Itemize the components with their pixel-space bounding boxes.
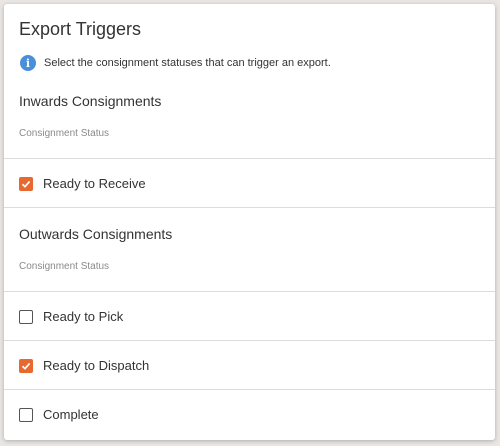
outwards-heading: Outwards Consignments bbox=[19, 226, 173, 242]
checkbox-label: Complete bbox=[43, 407, 99, 422]
divider bbox=[4, 389, 495, 390]
checkbox-ready-to-pick[interactable]: Ready to Pick bbox=[19, 309, 123, 324]
export-triggers-dialog: Export Triggers i Select the consignment… bbox=[4, 4, 495, 440]
checkbox-ready-to-dispatch[interactable]: Ready to Dispatch bbox=[19, 358, 149, 373]
checkmark-icon bbox=[21, 180, 31, 188]
checkbox-label: Ready to Pick bbox=[43, 309, 124, 324]
checkbox-ready-to-receive[interactable]: Ready to Receive bbox=[19, 176, 146, 191]
outwards-field-label: Consignment Status bbox=[19, 261, 110, 272]
inwards-heading: Inwards Consignments bbox=[19, 93, 162, 109]
checkbox-label: Ready to Receive bbox=[43, 176, 146, 191]
info-icon: i bbox=[20, 55, 36, 71]
dialog-title: Export Triggers bbox=[19, 19, 142, 39]
divider bbox=[4, 340, 495, 341]
checkbox-label: Ready to Dispatch bbox=[43, 358, 150, 373]
divider bbox=[4, 207, 495, 208]
info-text: Select the consignment statuses that can… bbox=[44, 57, 331, 69]
checkbox-box[interactable] bbox=[19, 309, 33, 324]
inwards-field-label: Consignment Status bbox=[19, 128, 110, 139]
checkbox-box[interactable] bbox=[19, 407, 33, 422]
info-message: i Select the consignment statuses that c… bbox=[20, 55, 331, 71]
checkmark-icon bbox=[21, 362, 31, 370]
divider bbox=[4, 158, 495, 159]
checkbox-box[interactable] bbox=[19, 176, 33, 191]
checkbox-box[interactable] bbox=[19, 358, 33, 373]
checkbox-complete[interactable]: Complete bbox=[19, 407, 99, 422]
divider bbox=[4, 291, 495, 292]
